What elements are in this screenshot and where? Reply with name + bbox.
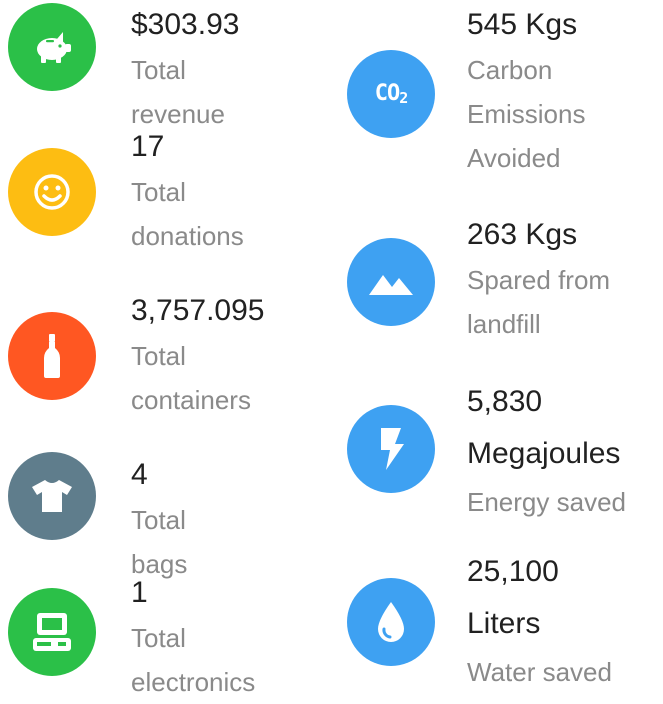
- stat-value: 4: [131, 458, 148, 491]
- stat-value: 263 Kgs: [467, 218, 578, 251]
- stat-value: 17: [131, 130, 165, 163]
- piggy-bank-icon: [8, 3, 96, 91]
- computer-icon: [8, 588, 96, 676]
- stat-value: 545 Kgs: [467, 8, 578, 41]
- stat-value: $303.93: [131, 8, 240, 41]
- mountain-icon: [347, 238, 435, 326]
- stat-value: 25,100 Liters: [467, 555, 559, 640]
- water-drop-icon: [347, 578, 435, 666]
- co2-icon: CO2: [347, 50, 435, 138]
- stat-label: Spared from landfill: [467, 265, 611, 339]
- bottle-icon: [8, 312, 96, 400]
- stat-label: Water saved: [467, 657, 612, 687]
- stat-label: Total donations: [131, 177, 244, 251]
- stat-label: Total electronics: [131, 623, 256, 697]
- stat-label: Energy saved: [467, 487, 626, 517]
- lightning-bolt-icon: [347, 405, 435, 493]
- stat-value: 1: [131, 576, 148, 609]
- stat-label: Total revenue: [131, 55, 225, 129]
- stat-value: 5,830 Megajoules: [467, 385, 621, 470]
- stat-value: 3,757.095: [131, 294, 265, 327]
- smiley-face-icon: [8, 148, 96, 236]
- stat-label: Carbon Emissions Avoided: [467, 55, 586, 173]
- tshirt-icon: [8, 452, 96, 540]
- stat-label: Total containers: [131, 341, 251, 415]
